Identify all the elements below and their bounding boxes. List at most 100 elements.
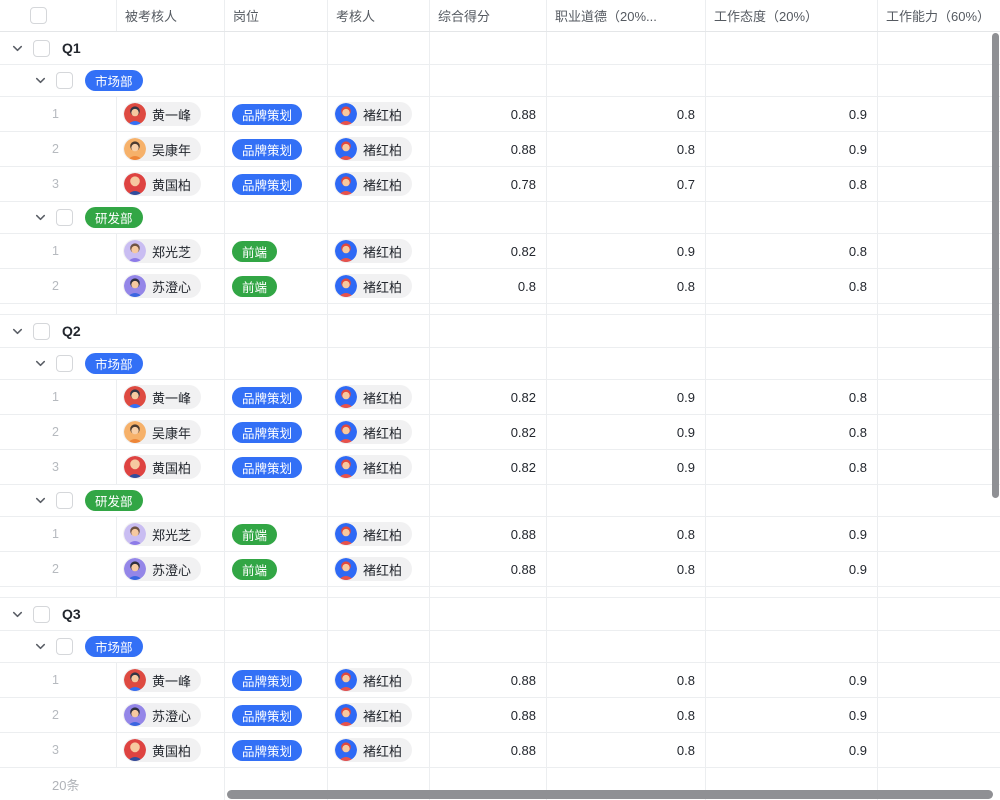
- department-cell[interactable]: 市场部: [0, 348, 225, 379]
- cell-assessor[interactable]: 褚红柏: [328, 663, 430, 697]
- cell-position[interactable]: 品牌策划: [225, 733, 328, 767]
- cell-ability[interactable]: [878, 517, 1000, 551]
- cell-position[interactable]: 品牌策划: [225, 698, 328, 732]
- cell-assessor[interactable]: 褚红柏: [328, 552, 430, 586]
- cell-assessee[interactable]: 吴康年: [117, 132, 225, 166]
- cell-position[interactable]: 品牌策划: [225, 450, 328, 484]
- department-checkbox[interactable]: [56, 492, 73, 509]
- cell-score[interactable]: 0.88: [430, 552, 547, 586]
- group-checkbox[interactable]: [33, 40, 50, 57]
- cell-ability[interactable]: [878, 132, 1000, 166]
- cell-score[interactable]: 0.88: [430, 132, 547, 166]
- chevron-down-icon[interactable]: [33, 640, 47, 654]
- cell-assessor[interactable]: 褚红柏: [328, 517, 430, 551]
- department-cell[interactable]: 市场部: [0, 631, 225, 662]
- cell-score[interactable]: 0.88: [430, 517, 547, 551]
- cell-assessee[interactable]: 苏澄心: [117, 269, 225, 303]
- cell-ethics[interactable]: 0.8: [547, 698, 706, 732]
- cell-ability[interactable]: [878, 380, 1000, 414]
- cell-attitude[interactable]: 0.9: [706, 132, 878, 166]
- cell-ethics[interactable]: 0.8: [547, 132, 706, 166]
- department-checkbox[interactable]: [56, 355, 73, 372]
- cell-position[interactable]: 品牌策划: [225, 663, 328, 697]
- column-header-ability[interactable]: 工作能力（60%）: [878, 0, 1000, 31]
- cell-position[interactable]: 品牌策划: [225, 415, 328, 449]
- cell-assessee[interactable]: 黄国柏: [117, 450, 225, 484]
- chevron-down-icon[interactable]: [10, 324, 24, 338]
- cell-assessee[interactable]: 黄国柏: [117, 167, 225, 201]
- cell-ability[interactable]: [878, 450, 1000, 484]
- department-cell[interactable]: 研发部: [0, 202, 225, 233]
- cell-attitude[interactable]: 0.8: [706, 269, 878, 303]
- cell-ability[interactable]: [878, 269, 1000, 303]
- cell-ethics[interactable]: 0.9: [547, 450, 706, 484]
- cell-attitude[interactable]: 0.8: [706, 415, 878, 449]
- cell-assessee[interactable]: 苏澄心: [117, 552, 225, 586]
- column-header-position[interactable]: 岗位: [225, 0, 328, 31]
- cell-attitude[interactable]: 0.9: [706, 517, 878, 551]
- cell-ethics[interactable]: 0.9: [547, 380, 706, 414]
- cell-position[interactable]: 前端: [225, 552, 328, 586]
- chevron-down-icon[interactable]: [10, 607, 24, 621]
- cell-assessee[interactable]: 黄一峰: [117, 97, 225, 131]
- cell-ethics[interactable]: 0.8: [547, 269, 706, 303]
- cell-position[interactable]: 品牌策划: [225, 380, 328, 414]
- cell-ability[interactable]: [878, 698, 1000, 732]
- cell-ability[interactable]: [878, 733, 1000, 767]
- cell-assessee[interactable]: 郑光芝: [117, 517, 225, 551]
- cell-attitude[interactable]: 0.9: [706, 733, 878, 767]
- cell-score[interactable]: 0.78: [430, 167, 547, 201]
- department-checkbox[interactable]: [56, 638, 73, 655]
- cell-assessor[interactable]: 褚红柏: [328, 269, 430, 303]
- cell-position[interactable]: 品牌策划: [225, 167, 328, 201]
- chevron-down-icon[interactable]: [33, 74, 47, 88]
- cell-assessor[interactable]: 褚红柏: [328, 450, 430, 484]
- cell-ethics[interactable]: 0.9: [547, 234, 706, 268]
- cell-attitude[interactable]: 0.8: [706, 450, 878, 484]
- horizontal-scrollbar[interactable]: [227, 790, 993, 799]
- chevron-down-icon[interactable]: [33, 494, 47, 508]
- cell-assessee[interactable]: 苏澄心: [117, 698, 225, 732]
- cell-ability[interactable]: [878, 415, 1000, 449]
- cell-assessor[interactable]: 褚红柏: [328, 234, 430, 268]
- cell-ability[interactable]: [878, 663, 1000, 697]
- cell-position[interactable]: 前端: [225, 517, 328, 551]
- cell-assessee[interactable]: 黄一峰: [117, 663, 225, 697]
- cell-ethics[interactable]: 0.8: [547, 552, 706, 586]
- cell-assessee[interactable]: 郑光芝: [117, 234, 225, 268]
- cell-attitude[interactable]: 0.9: [706, 97, 878, 131]
- cell-ethics[interactable]: 0.7: [547, 167, 706, 201]
- cell-score[interactable]: 0.88: [430, 733, 547, 767]
- cell-ethics[interactable]: 0.9: [547, 415, 706, 449]
- cell-score[interactable]: 0.82: [430, 380, 547, 414]
- cell-assessee[interactable]: 吴康年: [117, 415, 225, 449]
- cell-ability[interactable]: [878, 234, 1000, 268]
- group-checkbox[interactable]: [33, 606, 50, 623]
- group-cell[interactable]: Q3: [0, 598, 225, 630]
- cell-position[interactable]: 前端: [225, 234, 328, 268]
- chevron-down-icon[interactable]: [33, 211, 47, 225]
- cell-attitude[interactable]: 0.9: [706, 552, 878, 586]
- column-header-attitude[interactable]: 工作态度（20%）: [706, 0, 878, 31]
- cell-assessor[interactable]: 褚红柏: [328, 415, 430, 449]
- cell-score[interactable]: 0.82: [430, 450, 547, 484]
- department-cell[interactable]: 研发部: [0, 485, 225, 516]
- cell-attitude[interactable]: 0.9: [706, 663, 878, 697]
- cell-score[interactable]: 0.82: [430, 234, 547, 268]
- cell-ability[interactable]: [878, 167, 1000, 201]
- column-header-assessor[interactable]: 考核人: [328, 0, 430, 31]
- cell-assessor[interactable]: 褚红柏: [328, 97, 430, 131]
- group-cell[interactable]: Q2: [0, 315, 225, 347]
- group-cell[interactable]: Q1: [0, 32, 225, 64]
- cell-assessor[interactable]: 褚红柏: [328, 167, 430, 201]
- cell-attitude[interactable]: 0.9: [706, 698, 878, 732]
- cell-assessor[interactable]: 褚红柏: [328, 132, 430, 166]
- cell-score[interactable]: 0.82: [430, 415, 547, 449]
- select-all-checkbox[interactable]: [30, 7, 47, 24]
- column-header-score[interactable]: 综合得分: [430, 0, 547, 31]
- cell-attitude[interactable]: 0.8: [706, 380, 878, 414]
- cell-assessor[interactable]: 褚红柏: [328, 380, 430, 414]
- group-checkbox[interactable]: [33, 323, 50, 340]
- chevron-down-icon[interactable]: [10, 41, 24, 55]
- cell-ethics[interactable]: 0.8: [547, 517, 706, 551]
